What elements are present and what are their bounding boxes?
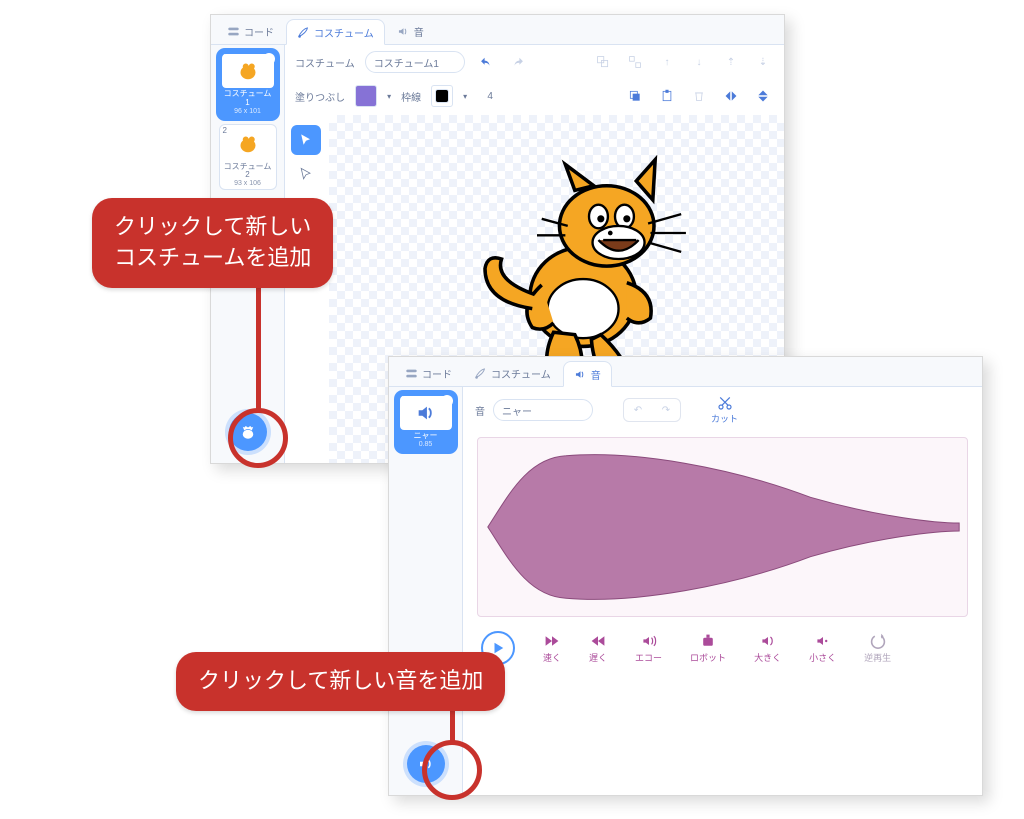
fx-echo[interactable]: エコー: [635, 633, 662, 664]
thumb-label: コスチューム1: [222, 90, 274, 108]
add-sound-button[interactable]: [407, 745, 445, 783]
brush-icon: [297, 26, 310, 39]
scissors-icon: [717, 395, 733, 411]
flip-v-button[interactable]: [752, 85, 774, 107]
undo-button[interactable]: [475, 51, 497, 73]
tab-sounds[interactable]: 音: [387, 18, 434, 44]
fx-slower[interactable]: 遅く: [589, 633, 607, 664]
front-button[interactable]: ⇡: [720, 51, 742, 73]
fx-robot[interactable]: ロボット: [690, 633, 726, 664]
fx-faster[interactable]: 速く: [543, 633, 561, 664]
tab-costumes-label: コスチューム: [491, 366, 551, 381]
fx-softer[interactable]: 小さく: [809, 633, 836, 664]
fill-label: 塗りつぶし: [295, 89, 345, 104]
tab-sounds-label: 音: [591, 367, 601, 382]
tab-code[interactable]: コード: [395, 360, 462, 386]
cat-head-icon: [239, 423, 257, 441]
select-tool[interactable]: [291, 125, 321, 155]
delete-button[interactable]: [688, 85, 710, 107]
code-icon: [227, 25, 240, 38]
stroke-swatch[interactable]: [431, 85, 453, 107]
back-button[interactable]: ⇣: [752, 51, 774, 73]
flip-h-button[interactable]: [720, 85, 742, 107]
tabs-bar: コード コスチューム 音: [211, 15, 784, 45]
tab-sounds[interactable]: 音: [563, 361, 612, 387]
thumb-label: ニャー: [400, 432, 452, 441]
backward-button[interactable]: ↓: [688, 51, 710, 73]
cut-label: カット: [711, 412, 738, 425]
sound-editor-window: コード コスチューム 音 1 ニャー 0.85: [388, 356, 983, 796]
thumb-dim: 93 x 106: [222, 180, 274, 187]
tab-costumes[interactable]: コスチューム: [464, 360, 561, 386]
callout-connector: [256, 270, 261, 410]
group-button[interactable]: [592, 51, 614, 73]
thumb-label: コスチューム2: [222, 163, 274, 181]
paste-button[interactable]: [656, 85, 678, 107]
delete-badge[interactable]: [441, 395, 453, 407]
sound-thumb[interactable]: 1 ニャー 0.85: [397, 393, 455, 451]
thumb-index: 1: [223, 53, 227, 62]
tab-code[interactable]: コード: [217, 18, 284, 44]
costume-name-label: コスチューム: [295, 55, 355, 70]
redo-button[interactable]: ↷: [652, 399, 680, 421]
cut-button[interactable]: カット: [711, 395, 738, 425]
delete-badge[interactable]: [263, 53, 275, 65]
brush-icon: [474, 367, 487, 380]
callout-add-sound: クリックして新しい音を追加: [176, 652, 505, 711]
sound-icon: [574, 368, 587, 381]
thumb-duration: 0.85: [400, 441, 452, 448]
callout-add-costume: クリックして新しい コスチュームを追加: [92, 198, 333, 288]
sound-name-label: 音: [475, 403, 485, 418]
stroke-label: 枠線: [401, 89, 421, 104]
ungroup-button[interactable]: [624, 51, 646, 73]
costume-thumb[interactable]: 2 コスチューム2 93 x 106: [219, 124, 277, 191]
sound-name-input[interactable]: [493, 399, 593, 421]
forward-button[interactable]: ↑: [656, 51, 678, 73]
fill-swatch[interactable]: [355, 85, 377, 107]
costume-thumb[interactable]: 1 コスチューム1 96 x 101: [219, 51, 277, 118]
thumb-index: 2: [223, 126, 227, 135]
stroke-width-input[interactable]: [477, 91, 503, 102]
tab-costumes-label: コスチューム: [314, 25, 374, 40]
tab-costumes[interactable]: コスチューム: [286, 19, 385, 45]
thumb-image: [222, 127, 274, 161]
thumb-index: 1: [401, 395, 405, 404]
add-costume-button[interactable]: [229, 413, 267, 451]
costume-name-input[interactable]: [365, 51, 465, 73]
fx-reverse[interactable]: 逆再生: [864, 633, 891, 664]
tab-code-label: コード: [422, 366, 452, 381]
redo-button[interactable]: [507, 51, 529, 73]
tool-column: [291, 125, 321, 189]
fx-louder[interactable]: 大きく: [754, 633, 781, 664]
tabs-bar: コード コスチューム 音: [389, 357, 982, 387]
reshape-tool[interactable]: [291, 159, 321, 189]
waveform[interactable]: [477, 437, 968, 617]
thumb-dim: 96 x 101: [222, 108, 274, 115]
playback-row: 速く 遅く エコー ロボット 大きく 小さく 逆再生: [463, 621, 982, 675]
copy-button[interactable]: [624, 85, 646, 107]
tab-sounds-label: 音: [414, 24, 424, 39]
tab-code-label: コード: [244, 24, 274, 39]
undo-button[interactable]: ↶: [624, 399, 652, 421]
sound-icon: [397, 25, 410, 38]
code-icon: [405, 367, 418, 380]
speaker-icon: [417, 755, 435, 773]
sound-editor: 音 ↶ ↷ カット: [463, 387, 982, 795]
